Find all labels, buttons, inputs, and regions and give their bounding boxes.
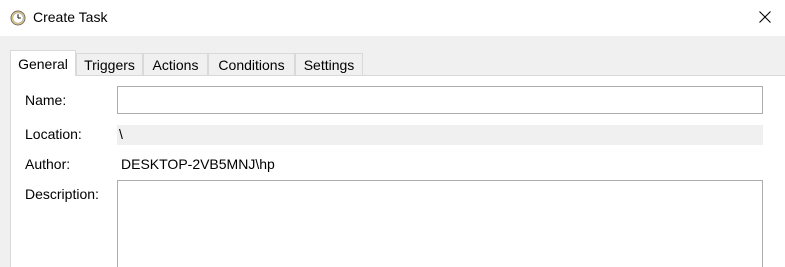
- location-label: Location:: [25, 126, 82, 142]
- name-input[interactable]: [117, 86, 763, 114]
- tab-label: Actions: [152, 56, 199, 73]
- location-field: \: [117, 125, 763, 145]
- close-icon: [759, 10, 771, 26]
- task-scheduler-clock-icon: [10, 10, 26, 26]
- general-tab-panel: Name: Location: \ Author: DESKTOP-2VB5MN…: [10, 75, 785, 267]
- location-value: \: [119, 126, 123, 142]
- close-button[interactable]: [748, 4, 782, 32]
- dialog-body: General Triggers Actions Conditions Sett…: [0, 36, 785, 267]
- window-title: Create Task: [33, 9, 108, 25]
- name-label: Name:: [25, 92, 67, 108]
- tab-conditions[interactable]: Conditions: [208, 53, 295, 75]
- tab-actions[interactable]: Actions: [143, 53, 208, 75]
- description-label: Description:: [25, 186, 99, 202]
- tab-label: Conditions: [218, 56, 285, 73]
- title-bar: Create Task: [0, 0, 785, 36]
- author-value: DESKTOP-2VB5MNJ\hp: [121, 156, 275, 172]
- author-label: Author:: [25, 156, 71, 172]
- tab-settings[interactable]: Settings: [295, 53, 363, 75]
- tab-label: Triggers: [84, 56, 135, 73]
- tab-label: General: [18, 55, 68, 72]
- tab-label: Settings: [303, 56, 355, 73]
- tab-triggers[interactable]: Triggers: [76, 53, 143, 75]
- description-textarea[interactable]: [117, 180, 763, 267]
- tab-general[interactable]: General: [10, 50, 76, 76]
- tab-strip: General Triggers Actions Conditions Sett…: [10, 50, 370, 76]
